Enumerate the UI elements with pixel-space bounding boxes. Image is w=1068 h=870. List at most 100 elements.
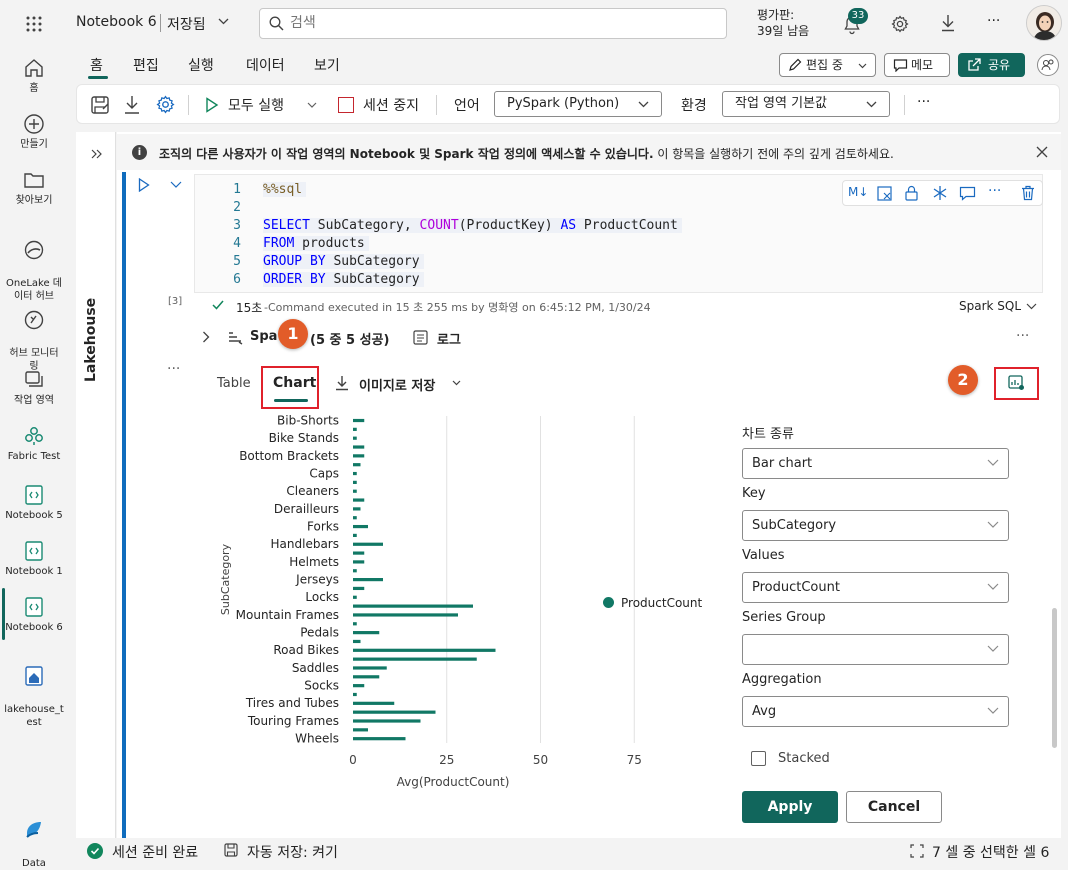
expand-icon[interactable] xyxy=(91,149,103,159)
hide-output-icon[interactable] xyxy=(877,186,892,201)
memo-button[interactable]: 메모 xyxy=(884,53,950,77)
chevron-down-icon xyxy=(987,645,999,653)
lakehouse-label[interactable]: Lakehouse xyxy=(83,298,99,382)
chevron-down-icon[interactable] xyxy=(452,380,461,386)
panel-scrollbar[interactable] xyxy=(1052,608,1057,748)
y-tick-label: Caps xyxy=(309,466,339,480)
x-tick-label: 0 xyxy=(349,753,357,767)
run-all-button[interactable]: 모두 실행 xyxy=(202,94,302,116)
banner-message-normal: 이 항목을 실행하기 전에 주의 깊게 검토하세요. xyxy=(653,147,894,161)
spark-jobs-label[interactable]: Spa xyxy=(250,329,277,344)
values-value: ProductCount xyxy=(752,580,840,595)
lakehouse-icon xyxy=(23,665,45,687)
key-select[interactable]: SubCategory xyxy=(742,510,1009,541)
lakehouse-panel: Lakehouse xyxy=(76,132,116,838)
series-group-select[interactable] xyxy=(742,634,1009,665)
rail-item-notebook-5[interactable]: Notebook 5 xyxy=(0,484,68,522)
y-tick-label: Mountain Frames xyxy=(236,608,339,622)
chevron-down-icon[interactable] xyxy=(170,181,182,188)
rail-item-lakehouse-test[interactable]: lakehouse_t est xyxy=(0,652,68,742)
rail-item-browse[interactable]: 찾아보기 xyxy=(0,169,68,207)
cancel-button[interactable]: Cancel xyxy=(846,791,942,823)
rail-item-home[interactable]: 홈 xyxy=(0,57,68,95)
autosave-status[interactable]: 자동 저장: 켜기 xyxy=(247,842,338,862)
tab-edit[interactable]: 편집 xyxy=(133,55,159,75)
markdown-toggle-icon[interactable]: M↓ xyxy=(848,185,868,199)
chart-settings-icon[interactable] xyxy=(1008,375,1025,391)
avatar[interactable] xyxy=(1026,5,1062,41)
line-number: 6 xyxy=(233,272,241,287)
download-icon[interactable] xyxy=(940,14,956,32)
chevron-down-icon[interactable] xyxy=(218,18,229,25)
notebook-title[interactable]: Notebook 6 xyxy=(76,14,157,30)
bar xyxy=(353,675,380,679)
comment-icon xyxy=(893,58,908,72)
environment-select[interactable]: 작업 영역 기본값 xyxy=(722,91,890,117)
output-menu-icon[interactable]: ··· xyxy=(167,361,180,377)
app-launcher-icon[interactable] xyxy=(25,15,43,33)
chevron-down-icon[interactable] xyxy=(307,102,317,108)
environment-value: 작업 영역 기본값 xyxy=(735,96,827,111)
bar xyxy=(353,516,357,520)
chevron-down-icon xyxy=(866,101,877,108)
delete-icon[interactable] xyxy=(1021,185,1035,201)
rail-item-create[interactable]: 만들기 xyxy=(0,113,68,151)
comment-icon[interactable] xyxy=(959,186,976,201)
rail-item-data-engineering[interactable]: Data Engineering xyxy=(0,806,68,870)
edit-mode-button[interactable]: 편집 중 xyxy=(779,53,876,77)
bar xyxy=(353,480,357,484)
tab-data[interactable]: 데이터 xyxy=(246,55,285,75)
save-state[interactable]: 저장됨 xyxy=(167,14,206,34)
aggregation-select[interactable]: Avg xyxy=(742,696,1009,727)
chevron-down-icon[interactable] xyxy=(1026,303,1037,310)
run-cell-icon[interactable] xyxy=(138,178,150,192)
search-box[interactable] xyxy=(259,8,727,39)
tab-home[interactable]: 홈 xyxy=(90,55,103,75)
legend-label[interactable]: ProductCount xyxy=(621,596,702,610)
stacked-checkbox[interactable] xyxy=(751,751,766,766)
download-icon[interactable] xyxy=(123,95,141,115)
tab-table[interactable]: Table xyxy=(217,376,251,391)
close-icon[interactable] xyxy=(1036,146,1048,158)
lock-icon[interactable] xyxy=(905,185,918,201)
output-more-icon[interactable]: ··· xyxy=(1016,328,1029,344)
save-notebook-icon[interactable] xyxy=(90,95,110,115)
collaborators-icon[interactable] xyxy=(1037,54,1059,76)
stop-session-button[interactable]: 세션 중지 xyxy=(338,95,438,117)
tab-view[interactable]: 보기 xyxy=(314,55,340,75)
more-options-icon[interactable]: ··· xyxy=(987,13,1000,29)
language-select[interactable]: PySpark (Python) xyxy=(494,91,662,117)
cell-status-text: -Command executed in 15 초 255 ms by 명화영 … xyxy=(264,301,651,314)
cell-toolbar: M↓ ··· xyxy=(842,180,1043,206)
settings-icon[interactable] xyxy=(156,95,175,114)
bar xyxy=(353,578,383,582)
rail-item-notebook-1[interactable]: Notebook 1 xyxy=(0,540,68,578)
spark-jobs-count: (5 중 5 성공) xyxy=(310,333,390,348)
chevron-right-icon[interactable] xyxy=(202,331,210,343)
tab-run[interactable]: 실행 xyxy=(188,55,214,75)
trial-status[interactable]: 평가판: 39일 남음 xyxy=(757,7,809,39)
rail-item-fabric-test[interactable]: Fabric Test xyxy=(0,425,68,463)
toolbar-more-button[interactable]: ··· xyxy=(917,94,930,110)
y-tick-label: Handlebars xyxy=(271,537,339,551)
rail-item-notebook-6[interactable]: Notebook 6 xyxy=(0,596,68,634)
freeze-icon[interactable] xyxy=(932,185,948,201)
search-input[interactable] xyxy=(290,15,710,31)
chart-type-select[interactable]: Bar chart xyxy=(742,448,1009,479)
values-select[interactable]: ProductCount xyxy=(742,572,1009,603)
gear-icon[interactable] xyxy=(891,15,909,33)
check-circle-icon xyxy=(87,843,103,859)
more-options-icon[interactable]: ··· xyxy=(988,183,1001,199)
rail-item-workspaces[interactable]: 작업 영역 xyxy=(0,369,68,407)
bar xyxy=(353,586,365,591)
code-text: GROUP BY SubCategory xyxy=(263,254,424,269)
save-as-image-button[interactable]: 이미지로 저장 xyxy=(359,375,435,394)
apply-button[interactable]: Apply xyxy=(742,791,838,823)
session-status[interactable]: 세션 준비 완료 xyxy=(112,842,198,862)
rail-label: 작업 영역 xyxy=(14,395,54,406)
line-number: 2 xyxy=(233,200,241,215)
share-button[interactable]: 공유 xyxy=(958,53,1025,77)
log-label[interactable]: 로그 xyxy=(437,329,461,348)
cell-language[interactable]: Spark SQL xyxy=(959,299,1021,313)
bar xyxy=(353,701,395,705)
